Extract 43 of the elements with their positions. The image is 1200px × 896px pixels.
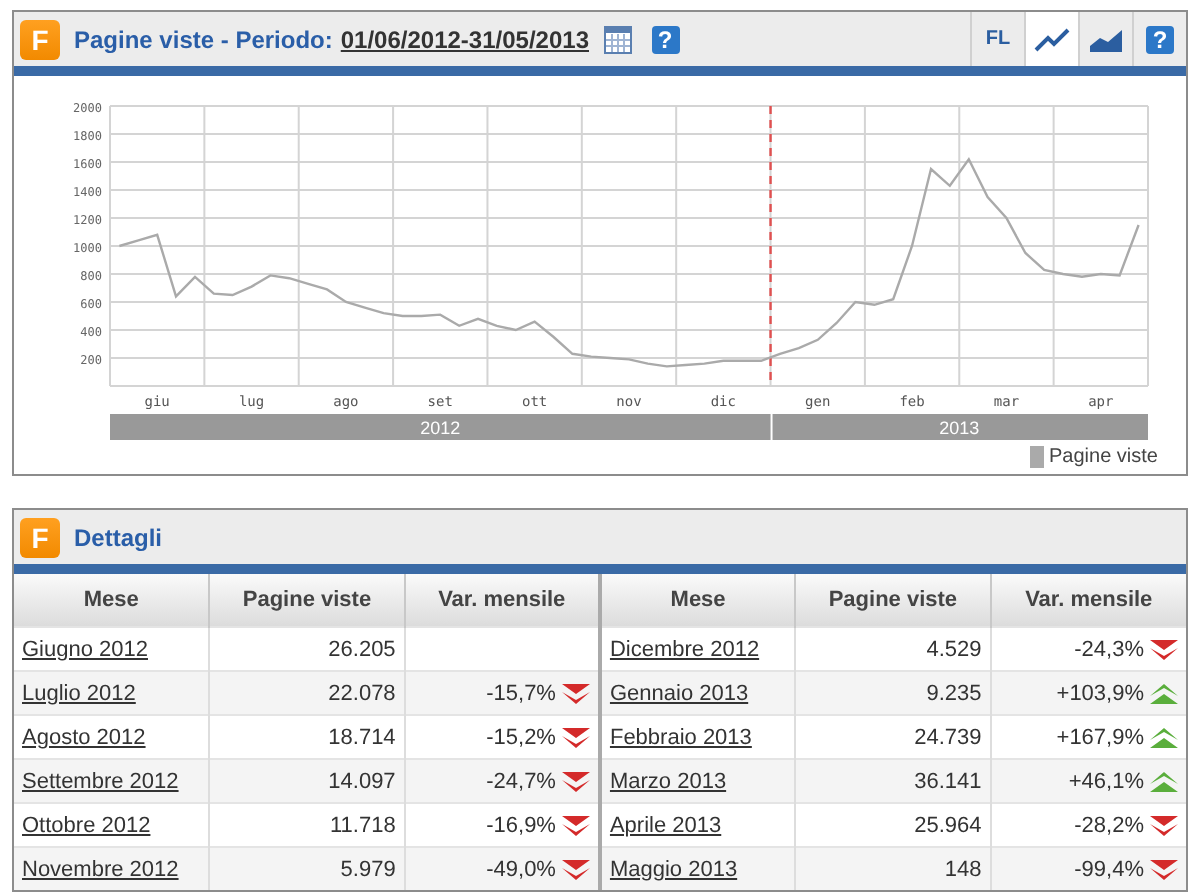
- table-cell: 148: [795, 847, 991, 890]
- calendar-icon[interactable]: [603, 24, 631, 54]
- legend-label: Pagine viste: [1049, 446, 1158, 468]
- area-chart-icon: [1088, 27, 1124, 51]
- change-value: -24,3%: [1074, 637, 1144, 661]
- app-logo: F: [20, 517, 60, 557]
- change-value: -16,9%: [486, 813, 556, 837]
- table-cell: 36.141: [795, 759, 991, 803]
- year-bar: 2012: [110, 414, 771, 440]
- change-value: -15,7%: [486, 681, 556, 705]
- help-button[interactable]: ?: [651, 25, 679, 53]
- change-value: +46,1%: [1068, 769, 1144, 793]
- change-value: +167,9%: [1056, 725, 1144, 749]
- column-header: Mese: [599, 574, 796, 627]
- change-value: -99,4%: [1074, 857, 1144, 881]
- column-header: Pagine viste: [795, 574, 991, 627]
- column-header: Pagine viste: [209, 574, 405, 627]
- panel-title: Pagine viste - Periodo:: [74, 25, 333, 53]
- change-value: +103,9%: [1056, 681, 1144, 705]
- period-link[interactable]: 01/06/2012-31/05/2013: [340, 25, 589, 53]
- year-bar: 2013: [772, 414, 1148, 440]
- table-cell: 9.235: [795, 671, 991, 715]
- month-link[interactable]: Febbraio 2013: [609, 725, 752, 749]
- change-value: -24,7%: [486, 769, 556, 793]
- change-value: -28,2%: [1074, 813, 1144, 837]
- month-link[interactable]: Aprile 2013: [609, 813, 722, 837]
- app-logo: F: [20, 19, 60, 59]
- line-chart-button[interactable]: [1024, 12, 1078, 66]
- table-cell: 5.979: [209, 847, 405, 890]
- column-header: Var. mensile: [990, 574, 1186, 627]
- table-cell: 22.078: [209, 671, 405, 715]
- column-header: Mese: [14, 574, 210, 627]
- month-link[interactable]: Dicembre 2012: [609, 637, 760, 661]
- change-value: -15,2%: [486, 725, 556, 749]
- panel-title: Dettagli: [74, 523, 163, 551]
- month-link[interactable]: Ottobre 2012: [22, 813, 151, 837]
- month-link[interactable]: Giugno 2012: [22, 637, 148, 661]
- table-cell: 14.097: [209, 759, 405, 803]
- legend-swatch: [1029, 446, 1044, 468]
- column-header: Var. mensile: [404, 574, 600, 627]
- month-link[interactable]: Agosto 2012: [22, 725, 146, 749]
- line-chart-icon: [1034, 27, 1070, 51]
- change-value: -49,0%: [486, 857, 556, 881]
